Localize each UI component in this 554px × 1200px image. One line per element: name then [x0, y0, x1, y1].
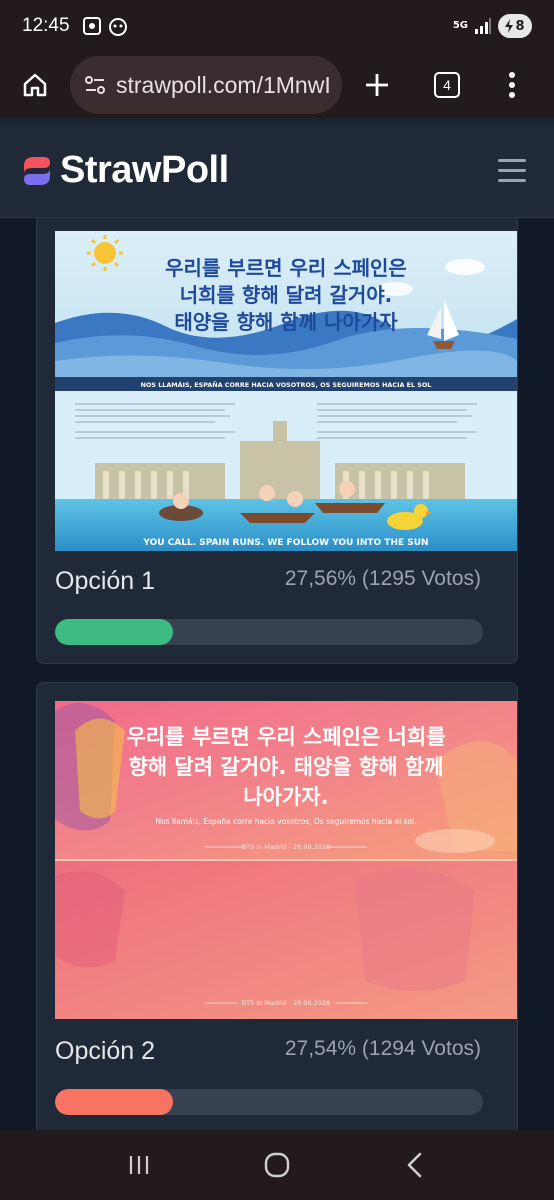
- hamburger-line: [498, 159, 526, 162]
- url-text: strawpoll.com/1MnwI: [116, 71, 331, 98]
- home-icon: [23, 73, 47, 97]
- system-navigation-bar: [0, 1130, 554, 1200]
- option-label: Opción 1: [55, 567, 156, 595]
- spanish-text-line: NOS LLAMÁIS, ESPAÑA CORRE HACIA VOSOTROS…: [141, 380, 432, 389]
- korean-text-line-1: 우리를 부르면 우리 스페인은 너희를: [126, 725, 445, 749]
- signal-icon: [475, 18, 491, 34]
- spanish-text-line: Nos llamáis, España corre hacia vosotros…: [155, 817, 416, 826]
- app-notification-icon: [108, 18, 127, 36]
- site-header: StrawPoll: [0, 124, 554, 218]
- main-menu-button[interactable]: [490, 151, 534, 190]
- english-text-line: YOU CALL. SPAIN RUNS. WE FOLLOW YOU INTO…: [142, 538, 428, 548]
- option-image[interactable]: 우리를 부르면 우리 스페인은 너희를 향해 달려 갈거야. 태양을 향해 함께…: [55, 701, 517, 1019]
- vote-progress-fill: [55, 619, 173, 645]
- option-1-banner-illustration: 우리를 부르면 우리 스페인은 너희를 향해 달려 갈거야. 태양을 향해 함께…: [55, 231, 517, 551]
- vote-progress-bar: [55, 619, 483, 645]
- status-time: 12:45: [22, 15, 70, 36]
- brand-logo[interactable]: StrawPoll: [20, 149, 229, 192]
- option-2-banner-illustration: 우리를 부르면 우리 스페인은 너희를 향해 달려 갈거야. 태양을 향해 함께…: [55, 701, 517, 1019]
- site-settings-icon[interactable]: [84, 74, 106, 96]
- korean-text-line-3: 태양을 향해 함께 나아가자: [174, 310, 398, 334]
- home-nav-button[interactable]: [247, 1135, 307, 1195]
- browser-menu-button[interactable]: [482, 52, 542, 118]
- option-result: 27,56% (1295 Votos): [284, 567, 481, 590]
- hamburger-line: [498, 179, 526, 182]
- tab-switcher-button[interactable]: 4: [412, 52, 482, 118]
- browser-toolbar: strawpoll.com/1MnwI 4: [0, 52, 554, 118]
- image-footer-top: BTS in Madrid - 26.06.2026: [242, 843, 331, 851]
- image-footer-bottom: BTS in Madrid - 26.06.2026: [242, 999, 331, 1007]
- recent-apps-button[interactable]: [109, 1135, 169, 1195]
- korean-text-line-2: 너희를 향해 달려 갈거야.: [180, 283, 393, 307]
- korean-text-line-1: 우리를 부르면 우리 스페인은: [165, 256, 407, 280]
- option-label: Opción 2: [55, 1037, 156, 1065]
- korean-text-line-2: 향해 달려 갈거야. 태양을 향해 함께: [128, 755, 443, 779]
- recents-icon: [129, 1156, 149, 1174]
- status-bar: 12:45 5G 8: [0, 0, 554, 52]
- brand-name: StrawPoll: [60, 149, 229, 191]
- korean-text-line-3: 나아가자.: [243, 785, 328, 809]
- vote-progress-fill: [55, 1089, 173, 1115]
- strawpoll-logo-icon: [24, 156, 50, 185]
- home-circle-icon: [264, 1152, 290, 1178]
- battery-level: 8: [515, 18, 525, 34]
- back-button[interactable]: [385, 1135, 445, 1195]
- battery-indicator: 8: [498, 14, 532, 38]
- hamburger-line: [498, 169, 526, 172]
- poll-results: 우리를 부르면 우리 스페인은 너희를 향해 달려 갈거야. 태양을 향해 함께…: [0, 218, 554, 1130]
- tab-count: 4: [434, 72, 460, 98]
- address-bar[interactable]: strawpoll.com/1MnwI: [70, 56, 342, 114]
- screenshot-icon: [82, 17, 101, 35]
- home-button[interactable]: [0, 52, 70, 118]
- new-tab-button[interactable]: [342, 52, 412, 118]
- poll-option-card: 우리를 부르면 우리 스페인은 너희를 향해 달려 갈거야. 태양을 향해 함께…: [36, 218, 518, 664]
- poll-option-card: 우리를 부르면 우리 스페인은 너희를 향해 달려 갈거야. 태양을 향해 함께…: [36, 682, 518, 1130]
- option-result: 27,54% (1294 Votos): [284, 1037, 481, 1060]
- back-chevron-icon: [407, 1152, 422, 1178]
- charging-icon: [505, 19, 514, 33]
- option-image[interactable]: 우리를 부르면 우리 스페인은 너희를 향해 달려 갈거야. 태양을 향해 함께…: [55, 231, 517, 551]
- plus-icon: [366, 74, 388, 96]
- more-vert-icon: [509, 72, 515, 98]
- status-right: 5G 8: [453, 14, 532, 38]
- network-type: 5G: [452, 20, 468, 31]
- notification-icons: [82, 16, 128, 36]
- vote-progress-bar: [55, 1089, 483, 1115]
